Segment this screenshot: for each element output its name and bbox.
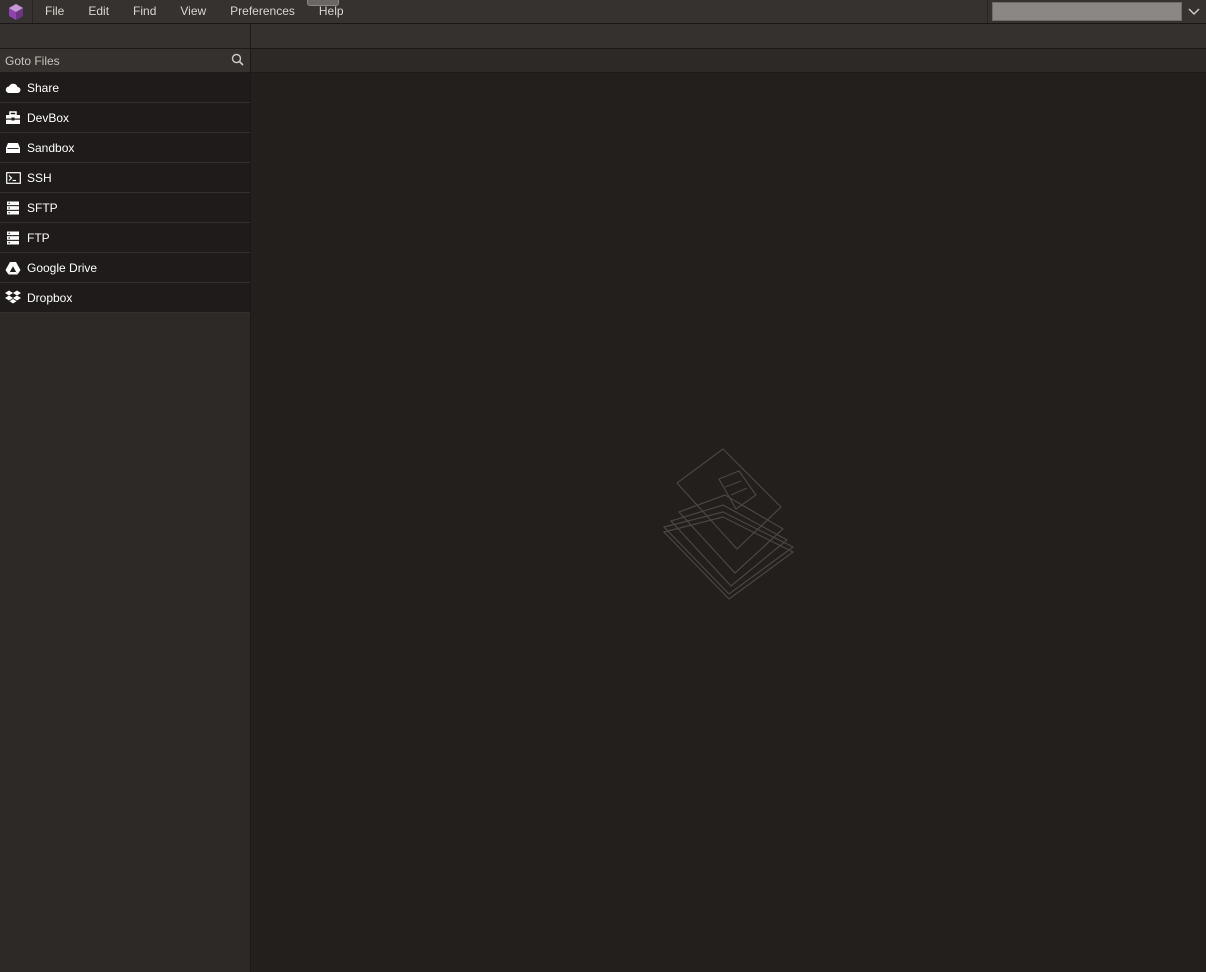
empty-stack-illustration-icon xyxy=(661,447,801,605)
dropbox-icon xyxy=(5,290,21,306)
sidebar-item-label: Share xyxy=(27,80,60,95)
sidebar-item-ftp[interactable]: FTP xyxy=(0,223,250,253)
drive-icon xyxy=(5,140,21,156)
sidebar-item-label: Dropbox xyxy=(27,290,73,305)
toolbox-icon xyxy=(5,110,21,126)
search-icon[interactable] xyxy=(231,53,244,69)
sidebar-item-sandbox[interactable]: Sandbox xyxy=(0,133,250,163)
menu-view[interactable]: View xyxy=(168,0,218,23)
menu-edit[interactable]: Edit xyxy=(76,0,121,23)
workspace-select[interactable] xyxy=(987,0,1206,23)
sidebar-item-label: SSH xyxy=(27,170,52,185)
server-icon xyxy=(5,230,21,246)
editor-tab-strip xyxy=(251,49,1206,73)
menu-find[interactable]: Find xyxy=(121,0,168,23)
editor-area xyxy=(251,49,1206,972)
google-drive-icon xyxy=(5,260,21,276)
server-icon xyxy=(5,200,21,216)
sidebar-item-google-drive[interactable]: Google Drive xyxy=(0,253,250,283)
sidebar-item-label: DevBox xyxy=(27,110,70,125)
secondary-toolbar xyxy=(0,24,1206,49)
sidebar-item-share[interactable]: Share xyxy=(0,73,250,103)
goto-files-label: Goto Files xyxy=(5,53,60,68)
cloud-icon xyxy=(5,80,21,96)
chevron-down-icon[interactable] xyxy=(1182,0,1206,23)
sidebar-item-label: Sandbox xyxy=(27,140,75,155)
sidebar-item-devbox[interactable]: DevBox xyxy=(0,103,250,133)
sidebar-item-ssh[interactable]: SSH xyxy=(0,163,250,193)
drag-handle[interactable] xyxy=(307,0,339,6)
menu-preferences[interactable]: Preferences xyxy=(218,0,307,23)
sidebar-item-label: FTP xyxy=(27,230,50,245)
menu-bar: File Edit Find View Preferences Help xyxy=(0,0,1206,24)
toolbar-divider xyxy=(250,24,251,48)
sidebar: Goto Files Share DevBox Sandbox SSH SFTP… xyxy=(0,49,251,972)
menu-file[interactable]: File xyxy=(33,0,76,23)
workspace-select-field[interactable] xyxy=(992,2,1182,21)
sidebar-item-dropbox[interactable]: Dropbox xyxy=(0,283,250,313)
sidebar-item-label: SFTP xyxy=(27,200,58,215)
sidebar-item-label: Google Drive xyxy=(27,260,98,275)
goto-files-bar[interactable]: Goto Files xyxy=(0,49,250,73)
terminal-icon xyxy=(5,170,21,186)
sidebar-item-sftp[interactable]: SFTP xyxy=(0,193,250,223)
app-logo-icon[interactable] xyxy=(0,0,33,23)
